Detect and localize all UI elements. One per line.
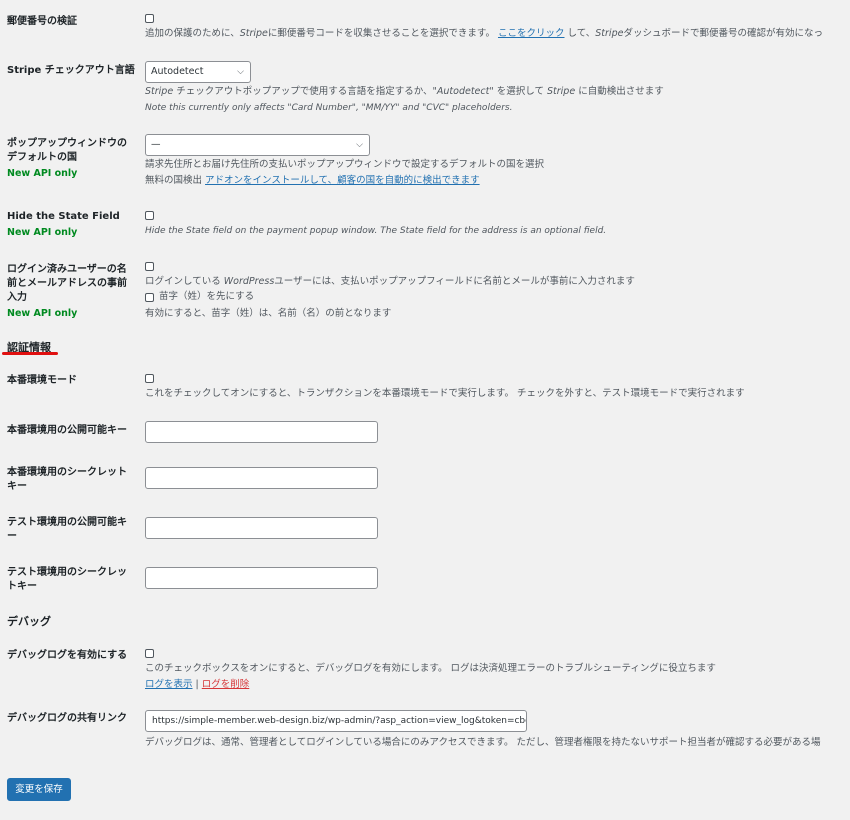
surname-first-checkbox[interactable]	[145, 293, 154, 302]
default-country-addon: 無料の国検出 アドオンをインストールして、顧客の国を自動的に検出できます	[145, 175, 480, 186]
live-mode-desc: これをチェックしてオンにすると、トランザクションを本番環境モードで実行します。 …	[145, 388, 745, 399]
checkout-language-note: Note this currently only affects "Card N…	[145, 103, 513, 113]
new-api-badge: New API only	[7, 308, 78, 319]
prefill-label: ログイン済みユーザーの名前とメールアドレスの事前入力 New API only	[7, 263, 135, 321]
debug-enable-desc: このチェックボックスをオンにすると、デバッグログを有効にします。 ログは決済処理…	[145, 663, 716, 674]
new-api-badge: New API only	[7, 227, 78, 238]
hide-state-label: Hide the State Field New API only	[7, 210, 135, 240]
surname-first-desc: 有効にすると、苗字（姓）は、名前（名）の前となります	[145, 308, 392, 319]
test-secret-key-label: テスト環境用のシークレットキー	[7, 567, 127, 592]
debug-enable-checkbox[interactable]	[145, 649, 154, 658]
debug-log-links: ログを表示 | ログを削除	[145, 679, 250, 690]
test-publishable-key-input[interactable]	[145, 517, 378, 539]
chevron-down-icon: ⌵	[237, 67, 244, 77]
live-mode-label: 本番環境モード	[7, 375, 77, 386]
default-country-label: ポップアップウィンドウのデフォルトの国 New API only	[7, 137, 135, 181]
surname-first-label: 苗字（姓）を先にする	[159, 291, 255, 302]
default-country-select[interactable]: — ⌵	[145, 134, 370, 156]
live-publishable-key-label: 本番環境用の公開可能キー	[7, 425, 127, 436]
postal-click-here-link[interactable]: ここをクリック	[498, 28, 565, 39]
postal-verify-checkbox[interactable]	[145, 14, 154, 23]
live-publishable-key-input[interactable]	[145, 421, 378, 443]
debug-section-title: デバッグ	[7, 615, 51, 628]
new-api-badge: New API only	[7, 168, 78, 179]
chevron-down-icon: ⌵	[356, 140, 363, 150]
checkout-language-desc: Stripe チェックアウトポップアップで使用する言語を指定するか、"Autod…	[145, 86, 664, 97]
addon-install-link[interactable]: アドオンをインストールして、顧客の国を自動的に検出できます	[205, 175, 480, 186]
hide-state-desc: Hide the State field on the payment popu…	[145, 226, 607, 236]
postal-verify-label: 郵便番号の検証	[7, 16, 77, 27]
delete-log-link[interactable]: ログを削除	[202, 679, 250, 690]
debug-share-label: デバッグログの共有リンク	[7, 713, 127, 724]
live-mode-checkbox[interactable]	[145, 374, 154, 383]
debug-share-desc: デバッグログは、通常、管理者としてログインしている場合にのみアクセスできます。 …	[145, 737, 821, 748]
debug-share-link-input[interactable]: https://simple-member.web-design.biz/wp-…	[145, 710, 527, 732]
save-changes-button[interactable]: 変更を保存	[7, 778, 71, 801]
live-secret-key-input[interactable]	[145, 467, 378, 489]
checkout-language-select[interactable]: Autodetect ⌵	[145, 61, 251, 83]
postal-verify-desc: 追加の保護のために、Stripeに郵便番号コードを収集させることを選択できます。…	[145, 28, 823, 39]
highlight-underline	[2, 352, 58, 355]
debug-enable-label: デバッグログを有効にする	[7, 650, 128, 661]
view-log-link[interactable]: ログを表示	[145, 679, 193, 690]
prefill-desc: ログインしている WordPressユーザーには、支払いポップアップフィールドに…	[145, 276, 635, 287]
default-country-desc: 請求先住所とお届け先住所の支払いポップアップウィンドウで設定するデフォルトの国を…	[145, 159, 545, 170]
test-publishable-key-label: テスト環境用の公開可能キー	[7, 517, 127, 542]
live-secret-key-label: 本番環境用のシークレットキー	[7, 467, 127, 492]
checkout-language-label: Stripe チェックアウト言語	[7, 65, 135, 76]
test-secret-key-input[interactable]	[145, 567, 378, 589]
prefill-checkbox[interactable]	[145, 262, 154, 271]
hide-state-checkbox[interactable]	[145, 211, 154, 220]
